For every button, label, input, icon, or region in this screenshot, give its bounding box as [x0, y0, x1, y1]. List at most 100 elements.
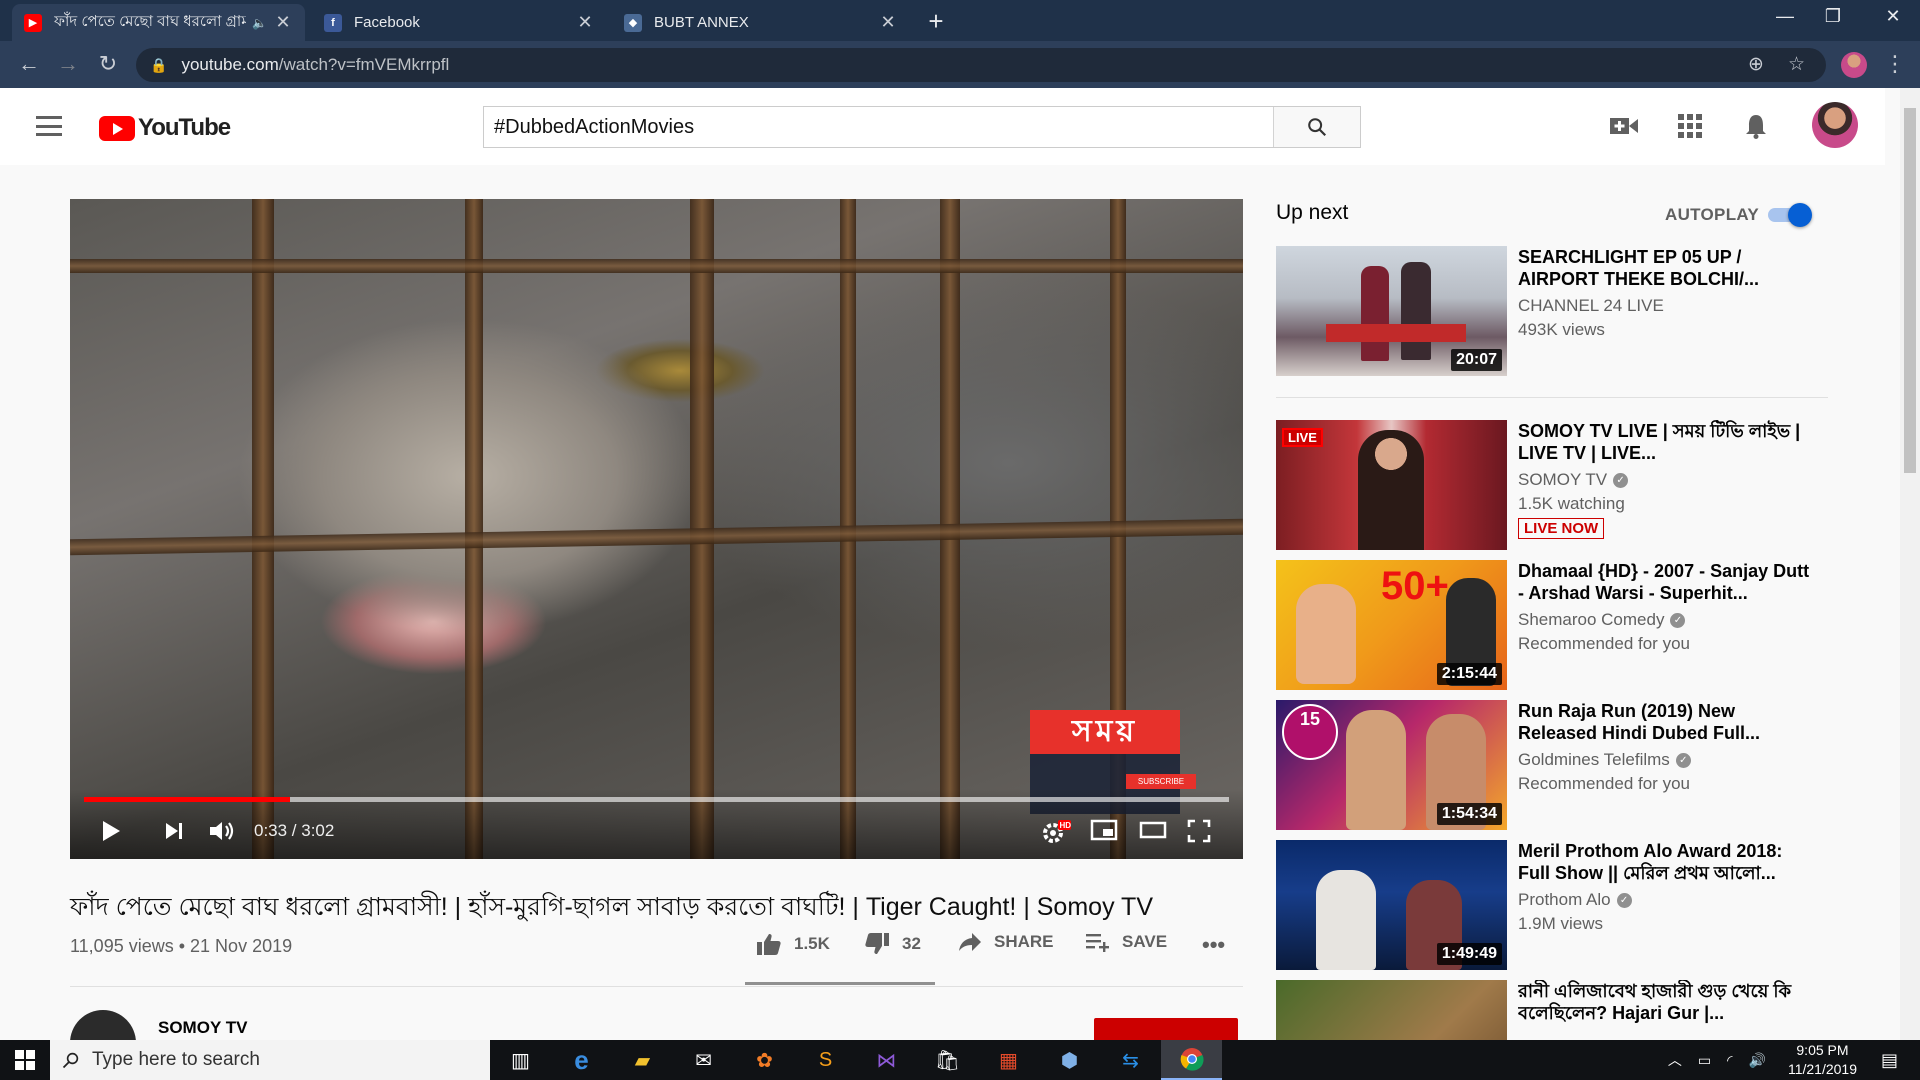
chevron-up-icon[interactable]: ︿: [1668, 1050, 1682, 1070]
teamviewer-icon[interactable]: ⇆: [1100, 1040, 1161, 1080]
progress-bar[interactable]: [84, 797, 1229, 802]
fullscreen-button[interactable]: [1187, 819, 1211, 848]
up-next-item[interactable]: LIVE SOMOY TV LIVE | সময় টিভি লাইভ | LI…: [1276, 420, 1836, 550]
visual-studio-icon[interactable]: ⋈: [856, 1040, 917, 1080]
close-tab-icon[interactable]: ✕: [273, 12, 293, 33]
notifications-icon[interactable]: ▤: [1881, 1050, 1898, 1071]
channel-name[interactable]: SOMOY TV: [158, 1018, 247, 1038]
scrollbar-thumb[interactable]: [1904, 108, 1916, 473]
fullscreen-icon: [1187, 819, 1211, 843]
add-to-playlist-icon: [1086, 934, 1109, 952]
item-title[interactable]: রানী এলিজাবেথ হাজারী গুড় খেয়ে কি বলেছি…: [1518, 980, 1818, 1024]
video-thumbnail[interactable]: 15 1:54:34: [1276, 700, 1507, 830]
battery-icon[interactable]: ▭: [1698, 1052, 1711, 1069]
up-next-item[interactable]: 50+ 2:15:44 Dhamaal {HD} - 2007 - Sanjay…: [1276, 560, 1836, 690]
autoplay-label: AUTOPLAY: [1665, 205, 1760, 224]
settings-button[interactable]: HD: [1041, 819, 1071, 850]
subscribe-watermark[interactable]: SUBSCRIBE: [1126, 774, 1196, 789]
page-scrollbar[interactable]: [1900, 88, 1920, 1040]
gear-hd-icon: HD: [1043, 820, 1071, 843]
office-icon[interactable]: ▦: [978, 1040, 1039, 1080]
video-thumbnail[interactable]: 20:07: [1276, 246, 1507, 376]
section-divider: [1276, 397, 1828, 398]
profile-avatar[interactable]: [1841, 52, 1867, 78]
zoom-icon[interactable]: ⊕: [1748, 53, 1764, 76]
tab-bubt-annex[interactable]: ◆ BUBT ANNEX ✕: [612, 4, 910, 41]
video-thumbnail[interactable]: 50+ 2:15:44: [1276, 560, 1507, 690]
taskbar-search[interactable]: Type here to search: [50, 1040, 490, 1080]
file-explorer-icon[interactable]: ▰: [612, 1040, 673, 1080]
edge-icon[interactable]: e: [551, 1040, 612, 1080]
bookmark-star-icon[interactable]: ☆: [1788, 53, 1805, 76]
wifi-icon[interactable]: ◜: [1727, 1052, 1732, 1069]
chrome-logo-icon: [1180, 1048, 1204, 1071]
up-next-item[interactable]: 15 1:54:34 Run Raja Run (2019) New Relea…: [1276, 700, 1836, 830]
item-title[interactable]: SEARCHLIGHT EP 05 UP / AIRPORT THEKE BOL…: [1518, 246, 1818, 290]
tab-youtube[interactable]: ▶ ফাঁদ পেতে মেছো বাঘ ধরলো গ্রামবাসী 🔈 ✕: [12, 4, 305, 41]
item-title[interactable]: Run Raja Run (2019) New Released Hindi D…: [1518, 700, 1818, 744]
play-button[interactable]: [100, 819, 122, 848]
up-next-item[interactable]: 20:07 SEARCHLIGHT EP 05 UP / AIRPORT THE…: [1276, 246, 1836, 376]
sublime-text-icon[interactable]: S: [795, 1040, 856, 1080]
video-thumbnail[interactable]: LIVE: [1276, 420, 1507, 550]
virtualbox-icon[interactable]: ⬢: [1039, 1040, 1100, 1080]
thumb-text: 15: [1282, 704, 1338, 760]
clock-time: 9:05 PM: [1796, 1042, 1849, 1058]
more-actions-icon[interactable]: •••: [1202, 932, 1225, 958]
like-button[interactable]: 1.5K: [756, 932, 830, 956]
speaker-icon: 🔈: [252, 15, 267, 30]
restore-button[interactable]: ❐: [1813, 6, 1853, 27]
close-window-button[interactable]: ✕: [1873, 6, 1913, 27]
clock-date: 11/21/2019: [1787, 1061, 1857, 1077]
chrome-icon[interactable]: [1161, 1040, 1222, 1080]
xampp-icon[interactable]: ✿: [734, 1040, 795, 1080]
item-title[interactable]: SOMOY TV LIVE | সময় টিভি লাইভ | LIVE TV…: [1518, 420, 1818, 464]
volume-button[interactable]: [208, 819, 236, 848]
account-avatar[interactable]: [1812, 102, 1858, 148]
share-button[interactable]: SHARE: [958, 932, 1054, 952]
task-view-icon[interactable]: ▥: [490, 1040, 551, 1080]
system-clock[interactable]: 9:05 PM 11/21/2019: [1788, 1041, 1857, 1079]
menu-dots-icon[interactable]: ⋮: [1880, 51, 1910, 77]
start-button[interactable]: [0, 1040, 50, 1080]
time-display: 0:33 / 3:02: [254, 821, 335, 840]
close-tab-icon[interactable]: ✕: [575, 12, 595, 33]
search-icon: [1308, 118, 1327, 137]
dislike-button[interactable]: 32: [864, 932, 921, 956]
search-button[interactable]: [1273, 107, 1360, 147]
new-tab-button[interactable]: +: [922, 6, 950, 37]
video-thumbnail[interactable]: [1276, 980, 1507, 1040]
minimize-button[interactable]: —: [1765, 6, 1805, 27]
item-channel: Shemaroo Comedy ✓: [1518, 610, 1686, 630]
facebook-icon: f: [324, 13, 342, 32]
tab-facebook[interactable]: f Facebook ✕: [312, 4, 607, 41]
address-bar[interactable]: 🔒 youtube.com/watch?v=fmVEMkrrpfl ⊕ ☆: [136, 48, 1826, 82]
next-button[interactable]: [163, 819, 185, 848]
windows-logo-icon: [15, 1050, 35, 1070]
video-player[interactable]: সময় SUBSCRIBE 0:33 / 3:02 HD: [70, 199, 1243, 859]
store-icon[interactable]: 🛍: [917, 1040, 978, 1080]
video-thumbnail[interactable]: 1:49:49: [1276, 840, 1507, 970]
youtube-logo[interactable]: YouTube: [99, 114, 231, 142]
forward-icon[interactable]: →: [53, 51, 83, 77]
create-video-icon[interactable]: [1608, 110, 1640, 142]
web-icon: ◆: [624, 13, 642, 32]
up-next-item[interactable]: রানী এলিজাবেথ হাজারী গুড় খেয়ে কি বলেছি…: [1276, 980, 1836, 1040]
up-next-item[interactable]: 1:49:49 Meril Prothom Alo Award 2018: Fu…: [1276, 840, 1836, 970]
save-button[interactable]: SAVE: [1086, 932, 1167, 952]
autoplay-toggle[interactable]: [1768, 203, 1812, 227]
notifications-bell-icon[interactable]: [1740, 110, 1772, 142]
apps-grid-icon[interactable]: [1674, 110, 1706, 142]
miniplayer-button[interactable]: [1090, 819, 1118, 846]
item-title[interactable]: Meril Prothom Alo Award 2018: Full Show …: [1518, 840, 1818, 884]
back-icon[interactable]: ←: [14, 51, 44, 77]
reload-icon[interactable]: ↻: [93, 51, 123, 77]
item-meta: 1.5K watching: [1518, 494, 1625, 513]
close-tab-icon[interactable]: ✕: [878, 12, 898, 33]
hamburger-menu-icon[interactable]: [36, 116, 62, 136]
item-title[interactable]: Dhamaal {HD} - 2007 - Sanjay Dutt - Arsh…: [1518, 560, 1818, 604]
search-input[interactable]: [484, 107, 1273, 147]
volume-icon[interactable]: 🔊: [1749, 1052, 1766, 1069]
theater-mode-button[interactable]: [1139, 819, 1167, 846]
mail-icon[interactable]: ✉: [673, 1040, 734, 1080]
